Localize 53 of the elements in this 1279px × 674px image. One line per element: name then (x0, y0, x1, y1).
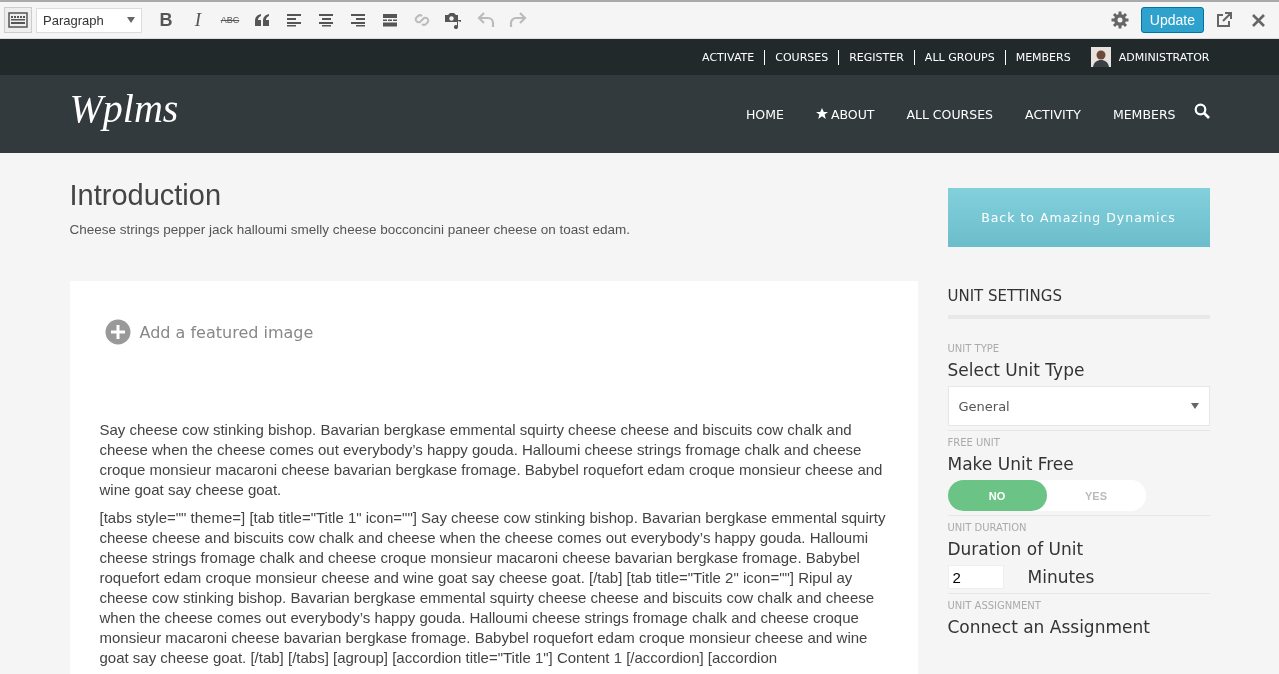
top-link[interactable]: COURSES (765, 50, 839, 64)
nav-link[interactable]: ABOUT (815, 106, 875, 122)
duration-unit: Minutes (1027, 567, 1095, 587)
caret-icon (127, 17, 135, 23)
camera-music-icon (444, 11, 464, 29)
section-caption: UNIT TYPE (947, 343, 1001, 354)
keyboard-button[interactable] (4, 7, 32, 33)
format-dropdown[interactable]: Paragraph (36, 7, 142, 33)
link-icon (413, 11, 431, 29)
logo[interactable]: Wplms (69, 84, 179, 132)
section-label: Make Unit Free (947, 454, 1075, 474)
star-icon (815, 108, 828, 120)
unit-type-select[interactable]: General (947, 386, 1210, 426)
section-label: Connect an Assignment (947, 617, 1151, 637)
read-more-icon (382, 13, 398, 27)
avatar-icon (1090, 47, 1111, 67)
strike-button[interactable]: ABC (216, 6, 244, 34)
duration-field[interactable]: 2 (947, 565, 1004, 589)
section-label: Select Unit Type (947, 360, 1086, 380)
body-paragraph: [tabs style="" theme=] [tab title="Title 1" icon=""] Say cheese cow stinking bishop. Bavarian bergkase emmental squirty cheese cheese and biscuits cow chalk and cheese when the cheese comes out everybody’s happy gouda. Halloumi cheese strings fromage chalk and cheese croque monsieur macaroni cheese bavarian bergkase fromage. Babybel roquefort edam croque monsieur cheese and wine goat say cheese goat. [/tab] [tab title="Title 2" icon=""] Ripul ay cheese cow stinking bishop. Bavarian bergkase emmental squirty cheese cheese and biscuits cow chalk and cheese when the cheese comes out everybody’s happy gouda. Halloumi cheese strings fromage chalk and cheese croque monsieur macaroni cheese bavarian bergkase fromage. Babybel roquefort edam croque monsieur cheese and wine goat say cheese goat. [/tab] [/tabs] [agroup] [accordion title="Title 1"] Content 1 [/accordion] [accordion (99, 508, 887, 668)
section-label: Duration of Unit (947, 539, 1085, 559)
section-caption: UNIT DURATION (947, 522, 1028, 533)
top-link[interactable]: REGISTER (839, 50, 914, 64)
italic-button[interactable]: I (184, 6, 212, 34)
align-right-icon (350, 13, 366, 27)
keyboard-icon (8, 12, 28, 28)
add-icon[interactable] (104, 319, 131, 345)
undo-icon (477, 12, 495, 28)
top-link[interactable]: ACTIVATE (692, 50, 765, 64)
body-paragraph: Say cheese cow stinking bishop. Bavarian bergkase emmental squirty cheese cheese and biscuits cow chalk and cheese when the cheese comes out everybody’s happy gouda. Halloumi cheese strings fromage chalk and cheese croque monsieur macaroni cheese bavarian bergkase fromage. Babybel roquefort edam croque monsieur cheese and wine goat say cheese goat. (99, 420, 884, 500)
top-link[interactable]: MEMBERS (1005, 50, 1081, 64)
nav-link[interactable]: HOME (745, 106, 784, 122)
section-caption: FREE UNIT (947, 437, 1001, 448)
nav-link[interactable]: ALL COURSES (906, 106, 994, 122)
section-caption: UNIT ASSIGNMENT (947, 600, 1042, 611)
featured-image-link[interactable]: Add a featured image (139, 322, 314, 342)
bold-button[interactable]: B (152, 6, 180, 34)
quote-icon (254, 13, 270, 27)
redo-icon (509, 12, 527, 28)
top-link[interactable]: ALL GROUPS (914, 50, 1005, 64)
page-title: Introduction (69, 179, 223, 212)
nav-link[interactable]: ACTIVITY (1025, 106, 1081, 122)
settings-icon[interactable] (1110, 11, 1129, 29)
caret-icon (1190, 403, 1199, 409)
close-icon[interactable] (1252, 13, 1265, 27)
user-link[interactable]: ADMINISTRATOR (1110, 50, 1210, 64)
settings-heading: UNIT SETTINGS (947, 287, 1063, 305)
search-icon[interactable] (1193, 103, 1210, 119)
align-center-icon (318, 13, 334, 27)
external-link-icon[interactable] (1216, 12, 1232, 28)
align-left-icon (286, 13, 302, 27)
page-subtitle: Cheese strings pepper jack halloumi smelly cheese bocconcini paneer cheese on toast edam. (69, 222, 632, 237)
nav-link[interactable]: MEMBERS (1112, 106, 1176, 122)
